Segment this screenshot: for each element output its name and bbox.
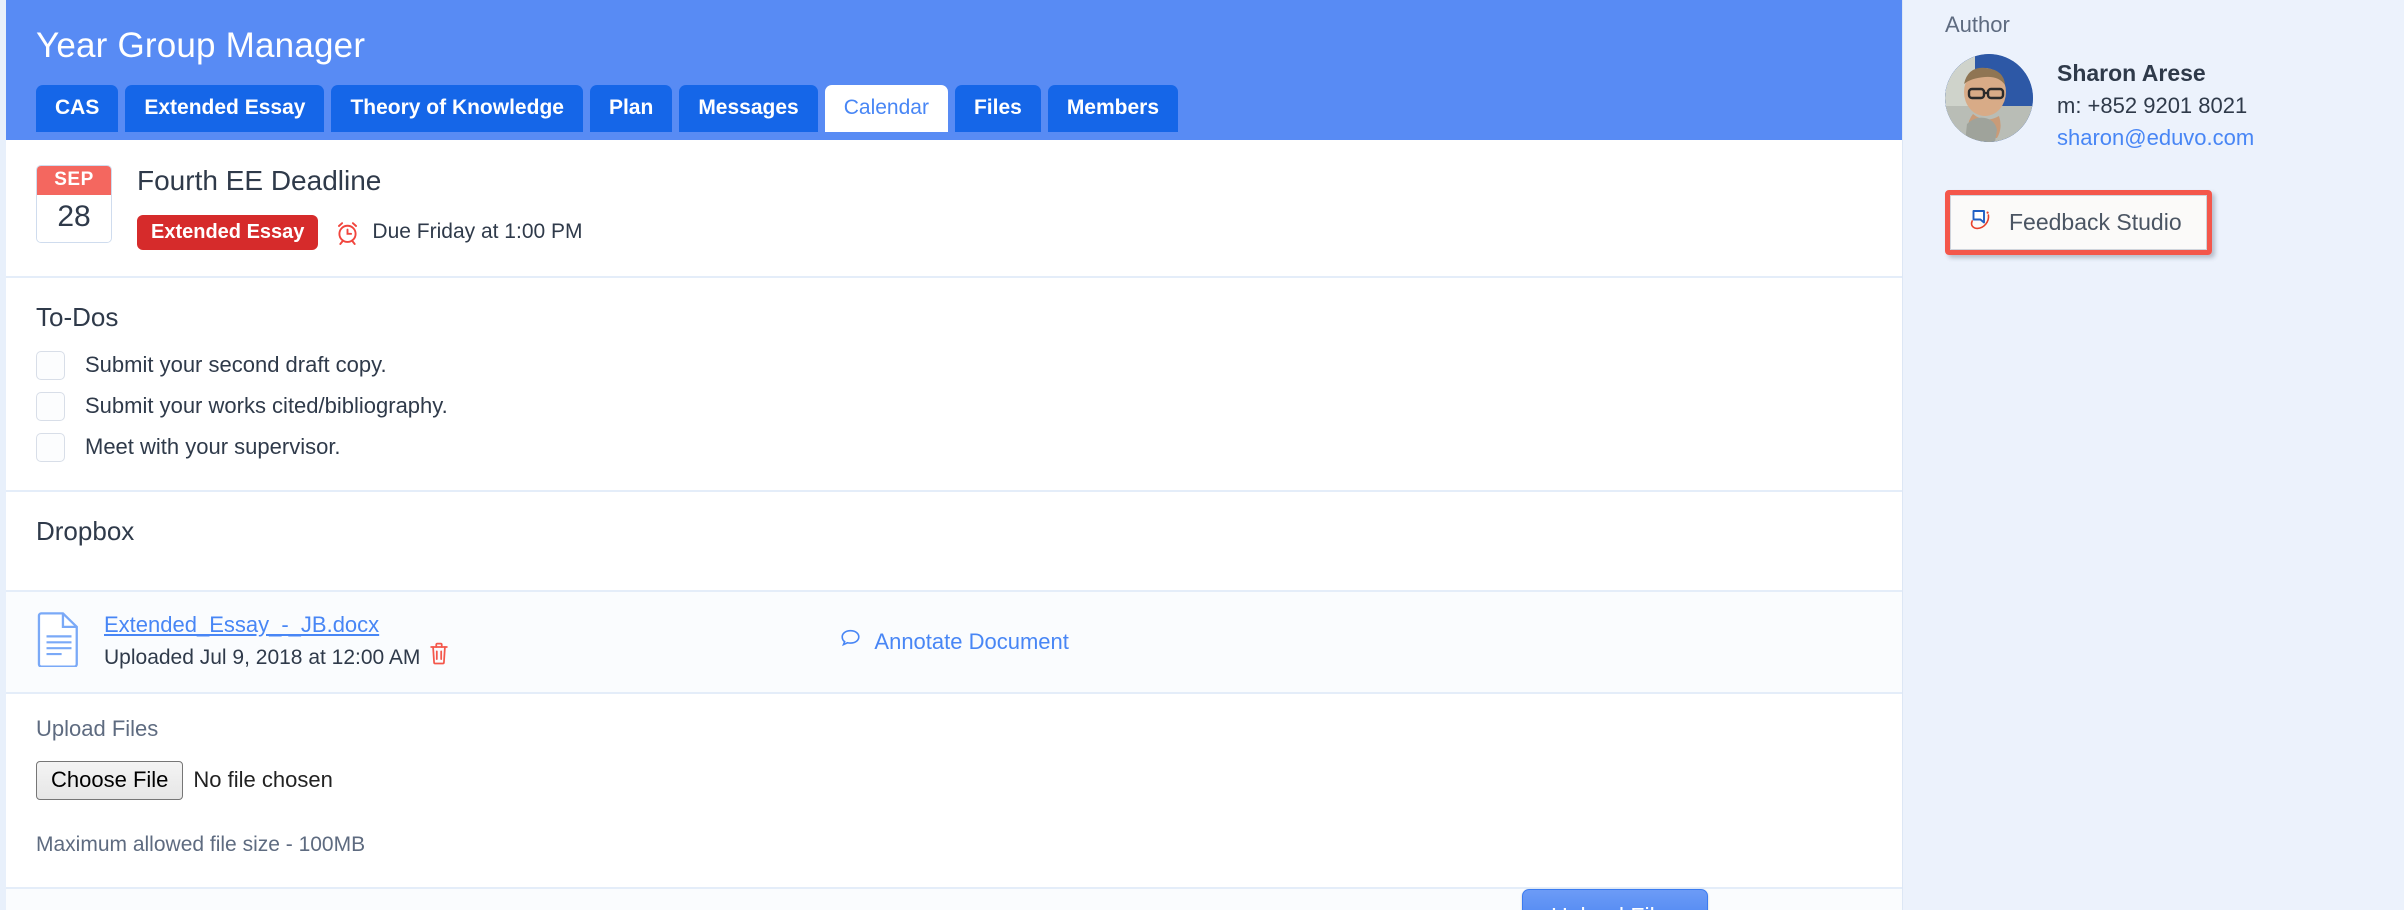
tab-bar: CAS Extended Essay Theory of Knowledge P… [6, 66, 1902, 132]
page-title: Year Group Manager [36, 26, 366, 65]
page-root: Year Group Manager CAS Extended Essay Th… [0, 0, 2404, 910]
alarm-clock-icon [334, 219, 361, 246]
event-title: Fourth EE Deadline [137, 165, 382, 196]
main-content-card: Year Group Manager CAS Extended Essay Th… [0, 0, 1903, 910]
date-badge-month: SEP [37, 166, 111, 195]
todos-title: To-Dos [36, 301, 119, 332]
avatar [1945, 54, 2033, 142]
upload-files-label: Upload Files [36, 715, 159, 741]
event-details: Fourth EE Deadline Extended Essay Due Fr… [112, 162, 583, 250]
file-name-link[interactable]: Extended_Essay_-_JB.docx [104, 610, 379, 640]
upload-section: Upload Files Choose File No file chosen … [6, 693, 1902, 890]
todo-label: Meet with your supervisor. [85, 434, 341, 460]
event-row: SEP 28 Fourth EE Deadline Extended Essay [6, 140, 1902, 276]
feedback-studio-label: Feedback Studio [2009, 208, 2182, 235]
author-info: Sharon Arese m: +852 9201 8021 sharon@ed… [2057, 54, 2254, 154]
event-section: SEP 28 Fourth EE Deadline Extended Essay [6, 140, 1902, 278]
file-uploaded-text: Uploaded Jul 9, 2018 at 12:00 AM [104, 645, 421, 669]
tab-theory-of-knowledge[interactable]: Theory of Knowledge [331, 84, 583, 132]
dropbox-file-row: Extended_Essay_-_JB.docx Uploaded Jul 9,… [6, 591, 1902, 694]
document-icon [36, 611, 82, 672]
event-due-text: Due Friday at 1:00 PM [372, 220, 583, 244]
page-header: Year Group Manager CAS Extended Essay Th… [6, 0, 1902, 140]
speech-bubble-icon [839, 627, 862, 656]
author-sidebar: Author Sharon Arese m: +852 9201 8021 sh… [1903, 0, 2404, 910]
trash-icon[interactable] [429, 642, 449, 673]
feedback-studio-highlight: Feedback Studio [1945, 190, 2212, 256]
annotate-document-label: Annotate Document [874, 628, 1069, 654]
tab-members[interactable]: Members [1047, 84, 1179, 132]
author-section-title: Author [1945, 12, 2010, 37]
event-meta: Extended Essay Due Friday at 1:00 PM [137, 214, 583, 250]
todo-item[interactable]: Submit your works cited/bibliography. [36, 391, 1902, 421]
author-name: Sharon Arese [2057, 60, 2206, 86]
dropbox-head: Dropbox [6, 492, 1902, 590]
todo-label: Submit your second draft copy. [85, 352, 387, 378]
no-file-chosen-text: No file chosen [193, 767, 333, 793]
author-email-link[interactable]: sharon@eduvo.com [2057, 122, 2254, 154]
todos-list: To-Dos Submit your second draft copy. Su… [6, 278, 1902, 490]
turnitin-logo-icon [1966, 204, 1996, 240]
event-category-badge: Extended Essay [137, 214, 319, 250]
event-due: Due Friday at 1:00 PM [334, 219, 583, 246]
todo-item[interactable]: Submit your second draft copy. [36, 350, 1902, 380]
todo-checkbox[interactable] [36, 391, 65, 421]
author-card: Sharon Arese m: +852 9201 8021 sharon@ed… [1945, 54, 2404, 154]
date-badge: SEP 28 [36, 165, 112, 243]
tab-plan[interactable]: Plan [589, 84, 673, 132]
author-phone: m: +852 9201 8021 [2057, 93, 2248, 119]
tab-messages[interactable]: Messages [679, 84, 818, 132]
file-text: Extended_Essay_-_JB.docx Uploaded Jul 9,… [104, 610, 449, 674]
todos-section: To-Dos Submit your second draft copy. Su… [6, 277, 1902, 492]
file-uploaded-row: Uploaded Jul 9, 2018 at 12:00 AM [104, 642, 449, 673]
date-badge-day: 28 [37, 195, 111, 242]
tab-extended-essay[interactable]: Extended Essay [125, 84, 325, 132]
feedback-studio-wrap: Feedback Studio [1945, 190, 2212, 256]
todo-checkbox[interactable] [36, 350, 65, 380]
todo-checkbox[interactable] [36, 432, 65, 462]
tab-cas[interactable]: CAS [36, 84, 119, 132]
tab-calendar[interactable]: Calendar [824, 84, 948, 132]
upload-files-button[interactable]: Upload Files [1522, 889, 1708, 910]
dropbox-section-header: Dropbox [6, 491, 1902, 592]
feedback-studio-button[interactable]: Feedback Studio [1950, 195, 2207, 251]
file-entry: Extended_Essay_-_JB.docx Uploaded Jul 9,… [36, 610, 449, 674]
upload-footer-bar: Upload Files [6, 889, 1902, 910]
file-input[interactable]: Choose File No file chosen [36, 760, 1902, 801]
annotate-document-link[interactable]: Annotate Document [839, 627, 1069, 656]
choose-file-button[interactable]: Choose File [36, 760, 184, 801]
dropbox-title: Dropbox [36, 515, 135, 546]
todo-label: Submit your works cited/bibliography. [85, 393, 448, 419]
tab-files[interactable]: Files [954, 84, 1041, 132]
todo-item[interactable]: Meet with your supervisor. [36, 432, 1902, 462]
max-file-size-text: Maximum allowed file size - 100MB [36, 833, 366, 857]
